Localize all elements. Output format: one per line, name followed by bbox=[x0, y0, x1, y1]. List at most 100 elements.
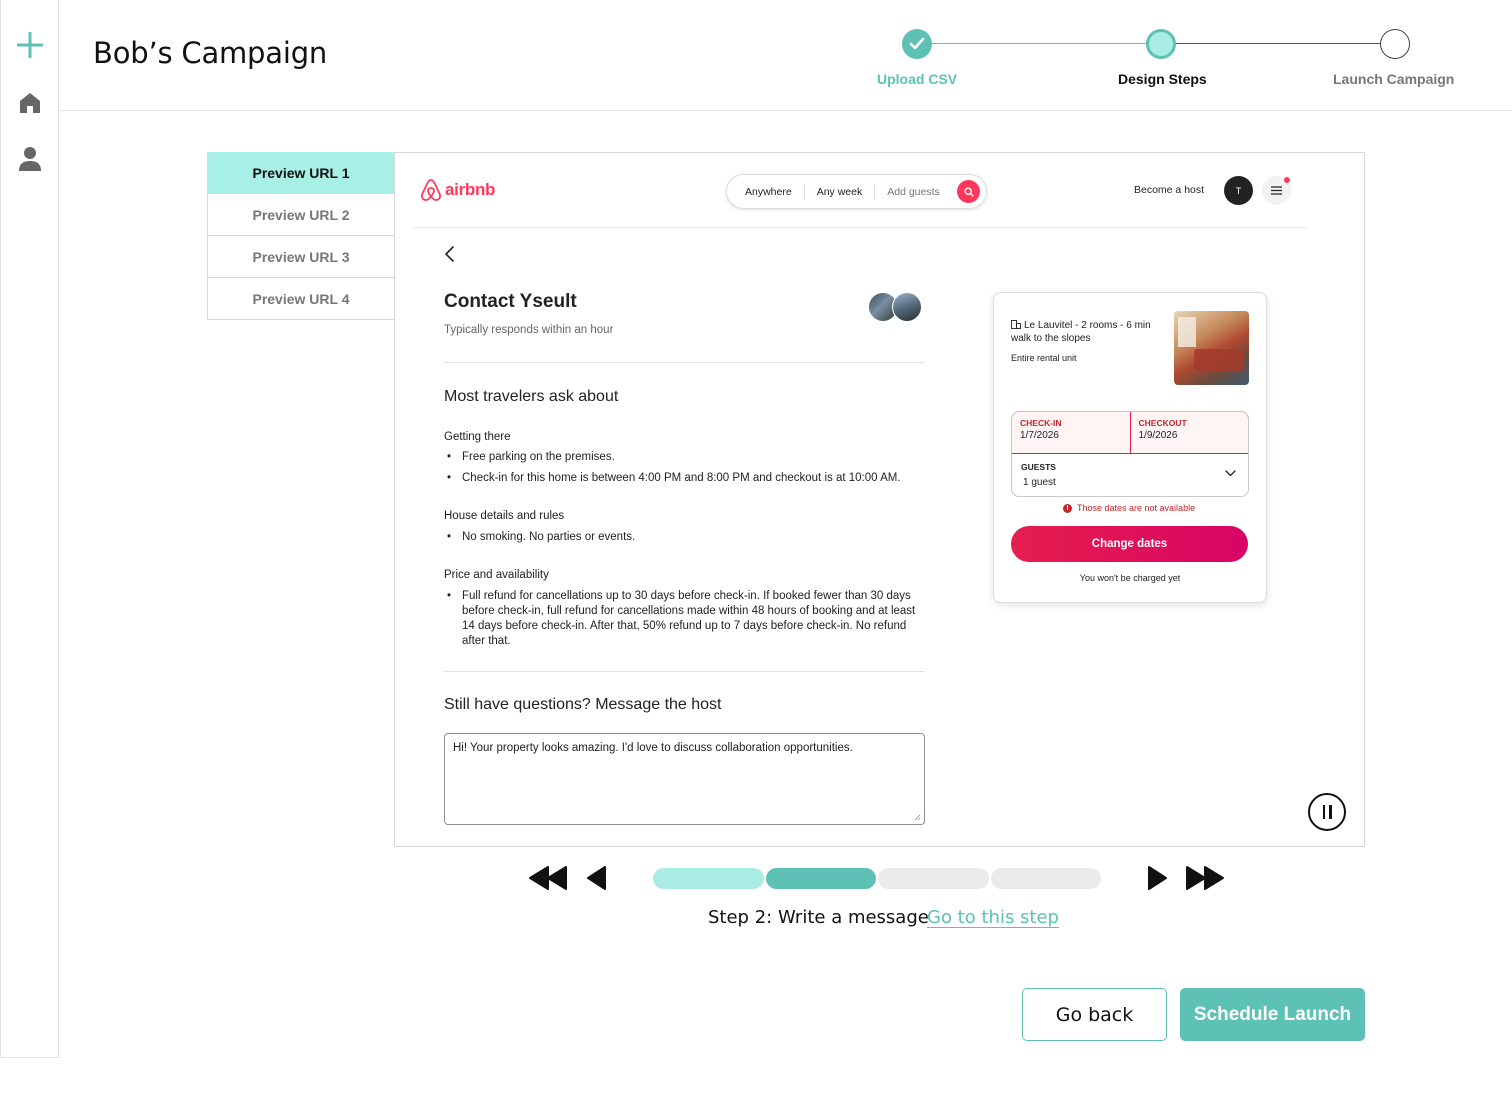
avatar[interactable]: T bbox=[1224, 176, 1253, 205]
date-row: CHECK-IN 1/7/2026 CHECKOUT 1/9/2026 bbox=[1012, 412, 1249, 454]
checkout-label: CHECKOUT bbox=[1138, 418, 1187, 428]
progress-segment-4[interactable] bbox=[990, 868, 1101, 889]
section-divider bbox=[444, 362, 925, 363]
guests-value: 1 guest bbox=[1023, 477, 1056, 488]
response-time: Typically responds within an hour bbox=[444, 324, 614, 336]
message-text: Hi! Your property looks amazing. I'd lov… bbox=[453, 742, 853, 754]
chevron-left-icon[interactable] bbox=[443, 245, 459, 263]
search-button[interactable] bbox=[957, 180, 980, 203]
pause-button[interactable] bbox=[1308, 793, 1346, 831]
stepper-line-done bbox=[917, 43, 1162, 44]
forward-icon bbox=[1148, 866, 1167, 890]
rewind-double-icon bbox=[529, 866, 567, 890]
forward-double-icon bbox=[1186, 866, 1224, 890]
stepper-line-upcoming bbox=[1162, 43, 1395, 44]
listing-title: Le Lauvitel - 2 rooms - 6 min walk to th… bbox=[1011, 319, 1163, 345]
section-divider bbox=[444, 671, 925, 672]
notification-dot bbox=[1284, 177, 1290, 183]
page-title: Bob’s Campaign bbox=[93, 36, 328, 70]
checkin-label: CHECK-IN bbox=[1020, 418, 1062, 428]
booking-card: Le Lauvitel - 2 rooms - 6 min walk to th… bbox=[993, 292, 1267, 603]
checkin-value: 1/7/2026 bbox=[1020, 430, 1059, 441]
menu-button[interactable] bbox=[1262, 176, 1291, 205]
checkout-value: 1/9/2026 bbox=[1138, 430, 1178, 441]
search-anywhere[interactable]: Anywhere bbox=[727, 183, 805, 200]
tab-preview-url-3[interactable]: Preview URL 3 bbox=[207, 236, 395, 278]
error-text: Those dates are not available bbox=[1077, 503, 1196, 513]
tab-preview-url-1[interactable]: Preview URL 1 bbox=[207, 152, 395, 194]
date-guest-picker: CHECK-IN 1/7/2026 CHECKOUT 1/9/2026 GUES… bbox=[1011, 411, 1249, 497]
guests-field[interactable]: GUESTS 1 guest bbox=[1021, 462, 1056, 488]
step-upload-label[interactable]: Upload CSV bbox=[877, 71, 957, 87]
contact-title: Contact Yseult bbox=[444, 291, 577, 312]
list-item: Check-in for this home is between 4:00 P… bbox=[444, 471, 919, 486]
nav-divider bbox=[413, 227, 1307, 228]
step-design-label[interactable]: Design Steps bbox=[1118, 71, 1207, 87]
charge-note: You won't be charged yet bbox=[1079, 573, 1181, 583]
rewind-icon bbox=[587, 866, 606, 890]
step-design-dot[interactable] bbox=[1146, 29, 1176, 59]
airbnb-icon bbox=[421, 179, 441, 201]
guests-label: GUESTS bbox=[1021, 462, 1056, 472]
listing-photo bbox=[1174, 311, 1249, 385]
progress-segment-1[interactable] bbox=[653, 868, 764, 889]
pause-icon-bar bbox=[1329, 805, 1332, 819]
airbnb-logo[interactable]: airbnb bbox=[420, 178, 495, 202]
section-title: Getting there bbox=[444, 431, 511, 443]
home-icon[interactable] bbox=[16, 89, 44, 117]
message-textarea[interactable]: Hi! Your property looks amazing. I'd lov… bbox=[444, 733, 925, 825]
step-launch-label[interactable]: Launch Campaign bbox=[1333, 71, 1454, 87]
airbnb-search-bar[interactable]: Anywhere Any week Add guests bbox=[726, 174, 987, 209]
airbnb-wordmark: airbnb bbox=[445, 180, 496, 199]
most-ask-title: Most travelers ask about bbox=[444, 388, 619, 405]
search-add-guests[interactable]: Add guests bbox=[875, 184, 952, 200]
check-icon bbox=[909, 37, 925, 50]
go-back-button[interactable]: Go back bbox=[1022, 988, 1167, 1041]
chevron-down-icon[interactable] bbox=[1225, 470, 1236, 477]
tab-preview-url-4[interactable]: Preview URL 4 bbox=[207, 278, 395, 320]
error-icon: ! bbox=[1063, 503, 1072, 513]
schedule-launch-button[interactable]: Schedule Launch bbox=[1180, 988, 1365, 1041]
search-icon bbox=[963, 186, 974, 197]
host-photo bbox=[892, 292, 922, 322]
tab-preview-url-2[interactable]: Preview URL 2 bbox=[207, 194, 395, 236]
skip-to-end-button[interactable] bbox=[1185, 865, 1227, 891]
checkout-field[interactable]: CHECKOUT 1/9/2026 bbox=[1131, 412, 1249, 453]
header: Bob’s Campaign Upload CSV Design Steps L… bbox=[59, 0, 1512, 111]
preview-url-tabs: Preview URL 1 Preview URL 2 Preview URL … bbox=[207, 152, 395, 320]
next-step-button[interactable] bbox=[1146, 865, 1168, 891]
section-title: Price and availability bbox=[444, 569, 549, 581]
resize-grip-icon[interactable] bbox=[914, 814, 921, 821]
step-launch-dot[interactable] bbox=[1380, 29, 1410, 59]
change-dates-button[interactable]: Change dates bbox=[1011, 526, 1248, 562]
progress-segment-2[interactable] bbox=[765, 868, 876, 889]
checkin-field[interactable]: CHECK-IN 1/7/2026 bbox=[1012, 412, 1131, 453]
building-icon bbox=[1011, 320, 1021, 329]
user-icon[interactable] bbox=[16, 145, 44, 173]
pause-icon-bar bbox=[1322, 805, 1325, 819]
plus-icon[interactable] bbox=[16, 31, 44, 59]
list-item: No smoking. No parties or events. bbox=[444, 530, 919, 545]
host-photos bbox=[868, 292, 924, 324]
photo-bed bbox=[1194, 349, 1244, 371]
left-rail bbox=[0, 0, 59, 1058]
become-host-link[interactable]: Become a host bbox=[1134, 184, 1204, 196]
progress-segment-3[interactable] bbox=[878, 868, 989, 889]
message-host-title: Still have questions? Message the host bbox=[444, 696, 722, 713]
preview-frame: airbnb Anywhere Any week Add guests Beco… bbox=[394, 152, 1365, 847]
listing-name: Le Lauvitel - 2 rooms - 6 min walk to th… bbox=[1011, 320, 1151, 344]
list-item: Free parking on the premises. bbox=[444, 450, 919, 465]
photo-window bbox=[1178, 317, 1196, 347]
skip-to-start-button[interactable] bbox=[528, 865, 570, 891]
search-any-week[interactable]: Any week bbox=[805, 183, 876, 200]
dates-error: ! Those dates are not available bbox=[1063, 503, 1195, 513]
go-to-step-link[interactable]: Go to this step bbox=[927, 907, 1059, 928]
previous-step-button[interactable] bbox=[586, 865, 608, 891]
step-upload-dot[interactable] bbox=[902, 29, 932, 59]
section-title: House details and rules bbox=[444, 510, 565, 522]
current-step-label: Step 2: Write a message bbox=[708, 907, 929, 928]
listing-type: Entire rental unit bbox=[1011, 353, 1077, 363]
hamburger-icon bbox=[1271, 186, 1282, 195]
step-progress bbox=[653, 868, 1101, 889]
list-item: Full refund for cancellations up to 30 d… bbox=[444, 589, 925, 649]
